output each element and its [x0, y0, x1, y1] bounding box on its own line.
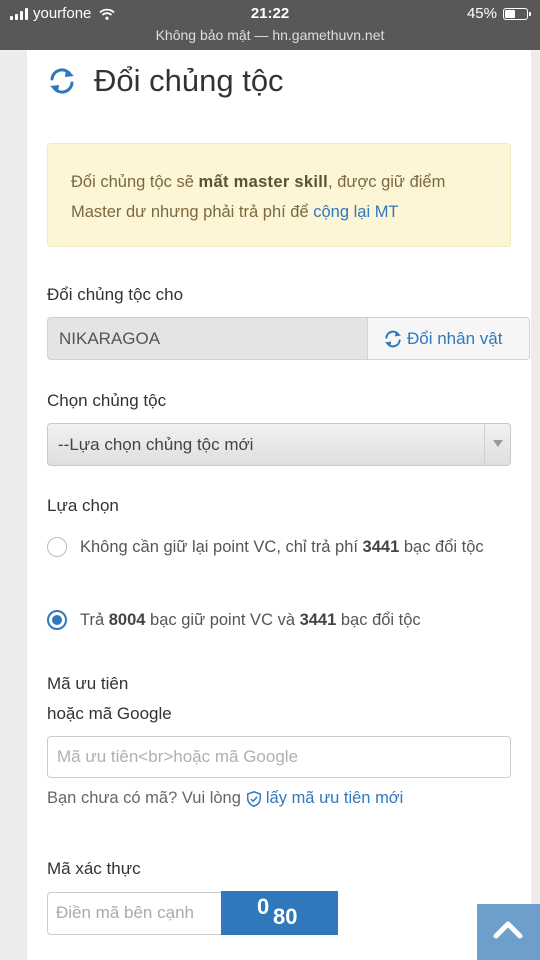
- change-character-button[interactable]: Đổi nhân vật: [367, 317, 530, 360]
- shield-check-icon: [246, 790, 261, 807]
- option-1-text: Không cần giữ lại point VC, chỉ trả phí: [80, 538, 363, 556]
- warning-notice: Đổi chủng tộc sẽ mất master skill, được …: [47, 143, 511, 247]
- race-label: Chọn chủng tộc: [47, 391, 167, 410]
- chevron-down-icon: [484, 424, 510, 465]
- reset-mt-link[interactable]: cộng lại MT: [313, 203, 398, 221]
- notice-bold: mất master skill: [198, 173, 329, 191]
- option-2-text: Trả: [80, 611, 109, 629]
- character-field: NIKARAGOA: [47, 317, 367, 360]
- code-helper: Bạn chưa có mã? Vui lòng lấy mã ưu tiên …: [47, 789, 403, 808]
- option-2-text-2: bạc giữ point VC và: [145, 611, 300, 629]
- chevron-up-icon: [493, 921, 523, 939]
- captcha-image: 0 80: [221, 891, 338, 935]
- get-code-link[interactable]: lấy mã ưu tiên mới: [241, 789, 403, 808]
- refresh-icon: [385, 330, 401, 347]
- get-code-label: lấy mã ưu tiên mới: [265, 789, 404, 807]
- status-bar: yourfone 21:22 45% Không bảo mật — hn.ga…: [0, 0, 540, 50]
- captcha-char-2: 80: [273, 904, 298, 929]
- change-character-label: Đổi nhân vật: [407, 328, 503, 348]
- option-2-race-fee: 3441: [299, 611, 337, 629]
- option-1-label[interactable]: Không cần giữ lại point VC, chỉ trả phí …: [80, 532, 500, 563]
- status-right: 45%: [466, 5, 531, 22]
- battery-percent: 45%: [466, 5, 497, 22]
- notice-text: Đổi chủng tộc sẽ: [71, 173, 199, 191]
- option-2-text-3: bạc đổi tộc: [336, 611, 421, 629]
- option-2-radio[interactable]: [47, 610, 67, 630]
- option-2-keep-fee: 8004: [108, 611, 146, 629]
- code-label-line2: hoặc mã Google: [47, 704, 172, 723]
- option-1-text-2: bạc đổi tộc: [399, 538, 484, 556]
- helper-text: Bạn chưa có mã? Vui lòng: [47, 789, 241, 807]
- scroll-to-top-button[interactable]: [477, 904, 540, 960]
- character-label: Đổi chủng tộc cho: [47, 285, 184, 304]
- captcha-input[interactable]: Điền mã bên cạnh: [47, 892, 221, 935]
- option-1-radio[interactable]: [47, 537, 67, 557]
- code-label-line1: Mã ưu tiên: [47, 674, 129, 693]
- refresh-icon: [50, 68, 74, 94]
- race-select-value: --Lựa chọn chủng tộc mới: [58, 435, 254, 454]
- option-2-label[interactable]: Trả 8004 bạc giữ point VC và 3441 bạc đổ…: [80, 605, 500, 636]
- page-title: Đổi chủng tộc: [94, 63, 284, 98]
- address-bar[interactable]: Không bảo mật — hn.gamethuvn.net: [0, 27, 540, 43]
- captcha-char-1: 0: [257, 894, 270, 919]
- battery-fill: [505, 9, 516, 18]
- captcha-label: Mã xác thực: [47, 859, 141, 878]
- clock: 21:22: [250, 5, 290, 22]
- option-1-fee: 3441: [362, 538, 400, 556]
- battery-icon: [503, 7, 531, 20]
- priority-code-input[interactable]: Mã ưu tiên<br>hoặc mã Google: [47, 736, 511, 778]
- race-select[interactable]: --Lựa chọn chủng tộc mới: [47, 423, 511, 466]
- options-label: Lựa chọn: [47, 496, 119, 515]
